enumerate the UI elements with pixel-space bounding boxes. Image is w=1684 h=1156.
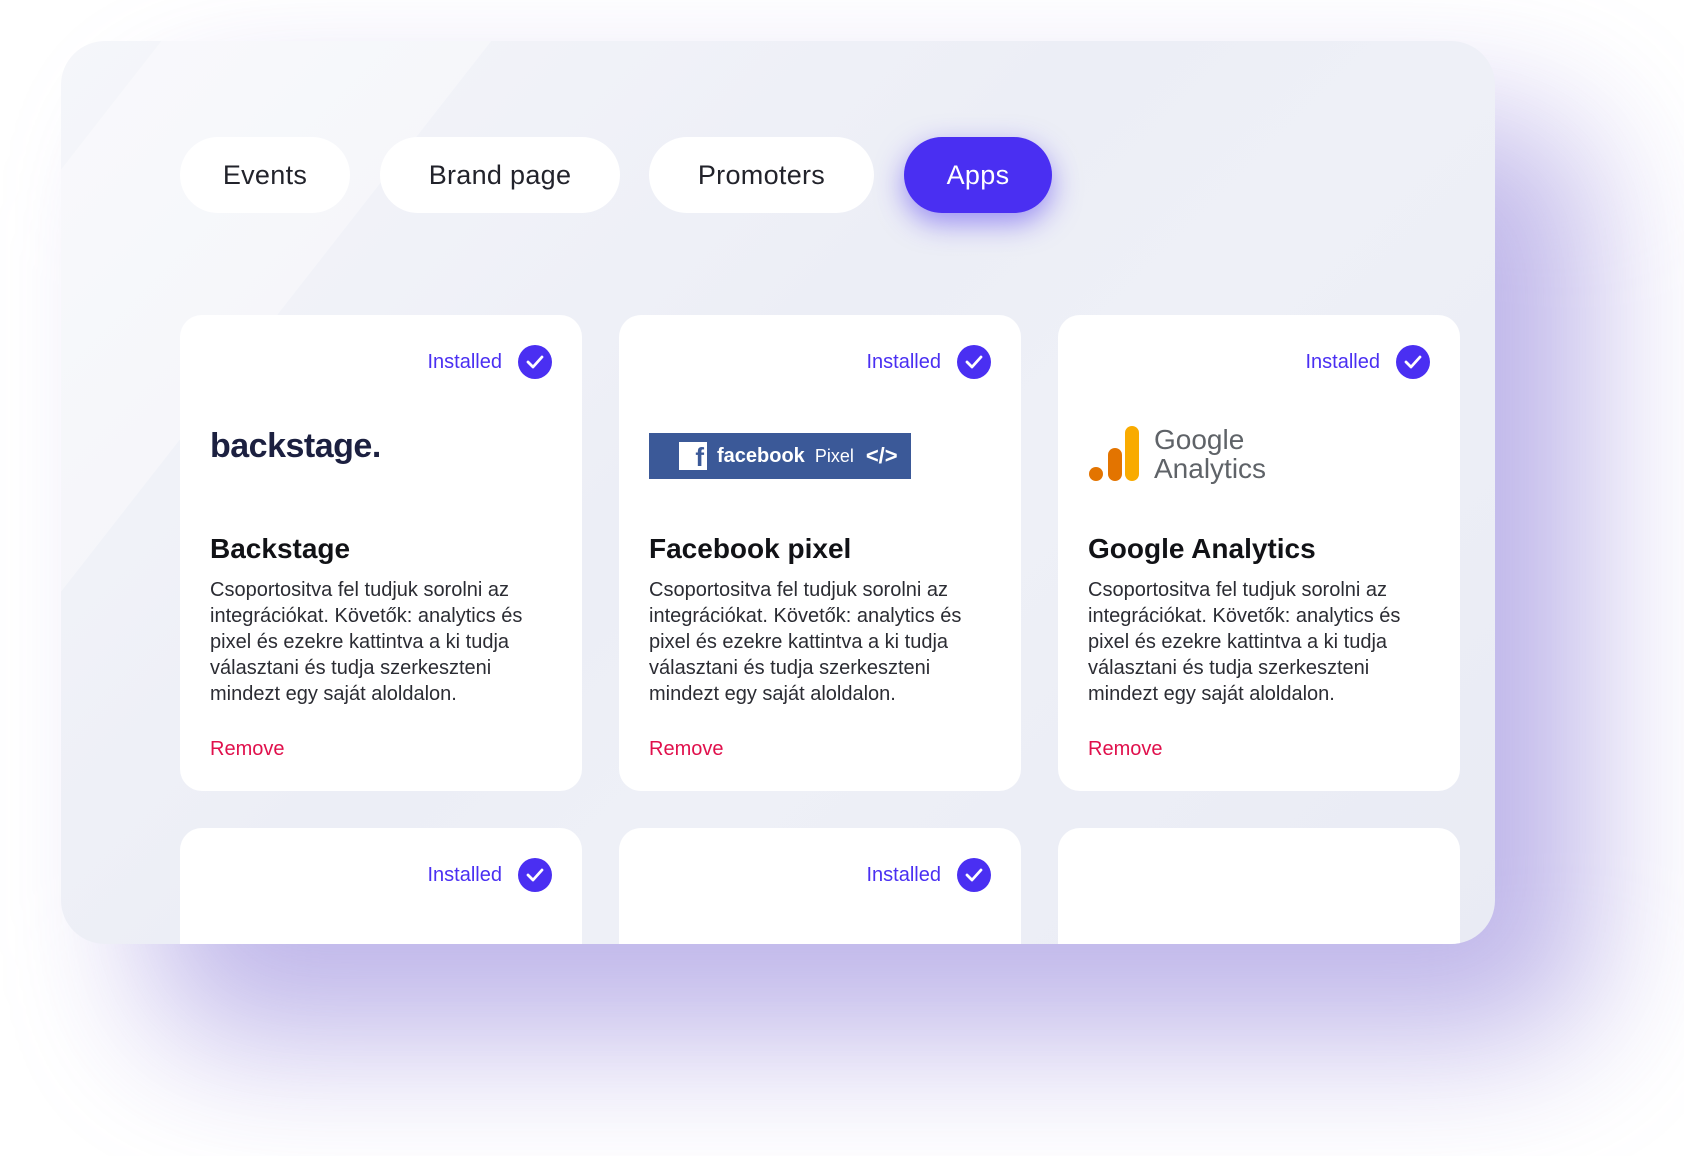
google-analytics-logo: Google Analytics <box>1088 419 1266 489</box>
tab-events-label: Events <box>222 159 308 190</box>
tab-brand-page-label: Brand page <box>428 159 572 190</box>
installed-label: Installed <box>427 863 503 886</box>
facebook-pixel-logo: f facebook Pixel </> <box>649 433 911 479</box>
remove-button[interactable]: Remove <box>210 738 284 761</box>
analytics-bars-icon <box>1089 426 1139 481</box>
tab-brand-page[interactable]: Brand page <box>380 137 620 213</box>
tab-promoters[interactable]: Promoters <box>649 137 874 213</box>
installed-badge: Installed <box>427 858 552 892</box>
app-description: Csoportositva fel tudjuk sorolni az inte… <box>210 579 523 705</box>
check-icon <box>957 345 991 379</box>
analytics-wordmark: Analytics <box>1154 453 1267 484</box>
app-title: Backstage <box>210 533 351 564</box>
installed-label: Installed <box>427 350 503 373</box>
remove-button[interactable]: Remove <box>1088 738 1162 761</box>
facebook-f-icon: f <box>679 442 707 470</box>
app-title: Facebook pixel <box>649 533 852 564</box>
installed-label: Installed <box>866 863 942 886</box>
app-description: Csoportositva fel tudjuk sorolni az inte… <box>1088 579 1401 705</box>
installed-badge: Installed <box>427 345 552 379</box>
app-card-6 <box>1058 828 1460 944</box>
installed-badge: Installed <box>866 858 991 892</box>
tab-apps-label: Apps <box>946 159 1010 190</box>
stage: Events Brand page Promoters Apps Install… <box>0 0 1684 1156</box>
installed-badge: Installed <box>1305 345 1430 379</box>
apps-panel: Events Brand page Promoters Apps Install… <box>61 41 1495 944</box>
app-title: Google Analytics <box>1088 533 1316 564</box>
app-card-google-analytics: Installed Google Analytics Google Analyt… <box>1058 315 1460 791</box>
check-icon <box>518 858 552 892</box>
code-icon: </> <box>865 443 898 468</box>
tab-apps[interactable]: Apps <box>904 137 1052 213</box>
tab-promoters-label: Promoters <box>697 159 826 190</box>
remove-button[interactable]: Remove <box>649 738 723 761</box>
app-card-backstage: Installed backstage. Backstage Csoportos… <box>180 315 582 791</box>
installed-label: Installed <box>866 350 942 373</box>
check-icon <box>518 345 552 379</box>
backstage-logo: backstage. <box>210 427 381 497</box>
app-card-4: Installed <box>180 828 582 944</box>
check-icon <box>957 858 991 892</box>
app-description: Csoportositva fel tudjuk sorolni az inte… <box>649 579 962 705</box>
app-card-facebook-pixel: Installed f facebook Pixel </> Facebook … <box>619 315 1021 791</box>
installed-label: Installed <box>1305 350 1381 373</box>
backstage-logo-text: backstage. <box>210 427 381 465</box>
google-wordmark: Google <box>1154 424 1245 455</box>
installed-badge: Installed <box>866 345 991 379</box>
pixel-wordmark: Pixel <box>814 445 854 466</box>
tab-events[interactable]: Events <box>180 137 350 213</box>
app-card-5: Installed <box>619 828 1021 944</box>
check-icon <box>1396 345 1430 379</box>
facebook-wordmark: facebook <box>717 444 805 467</box>
